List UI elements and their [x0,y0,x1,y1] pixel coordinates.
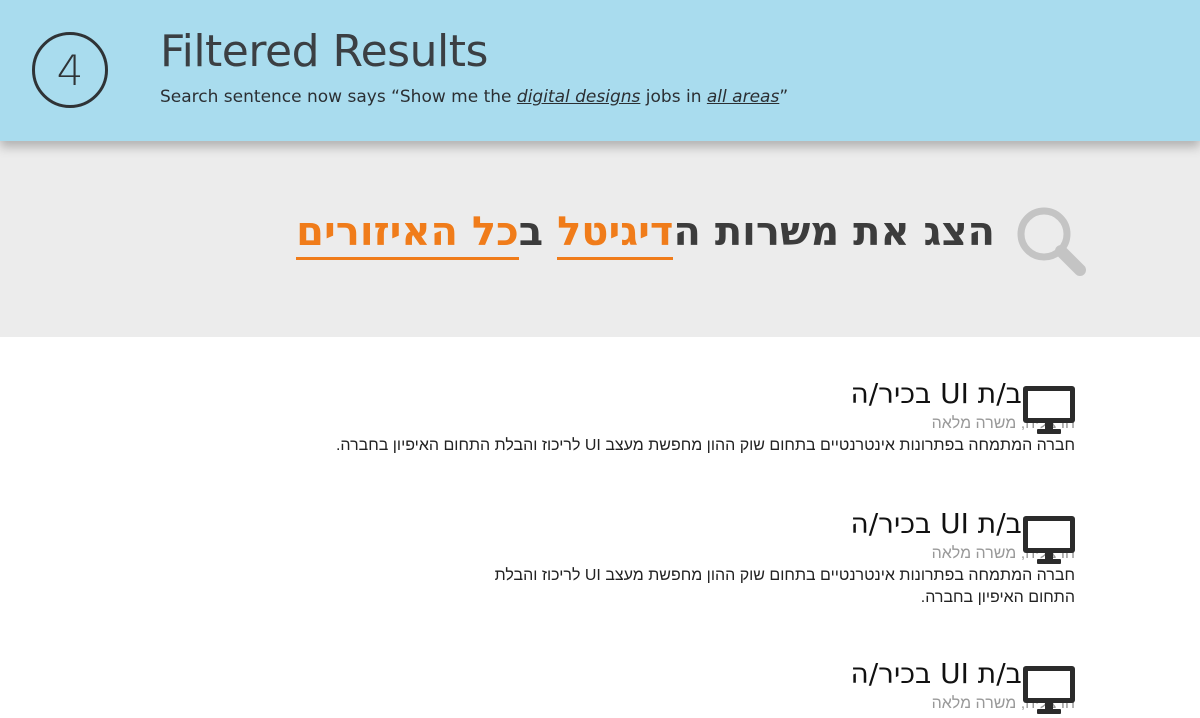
subtitle-middle: jobs in [640,87,707,107]
job-meta: הרצליה, משרה מלאה [931,415,1075,432]
sentence-part-2: ב [518,209,558,255]
job-description: חברה המתמחה בפתרונות אינטרנטיים בתחום שו… [335,437,1075,454]
job-description: חברה המתמחה בפתרונות אינטרנטיים בתחום שו… [494,567,1075,606]
banner-subtitle: Search sentence now says “Show me the di… [160,87,788,107]
job-title[interactable]: מעצב/ת UI בכיר/ה [455,507,1075,541]
job-item[interactable]: מעצב/ת UI בכיר/ה הרצליה, משרה מלאה חברה … [455,507,1075,609]
job-item[interactable]: מעצב/ת UI בכיר/ה הרצליה, משרה מלאה חברה … [255,377,1075,457]
search-icon[interactable] [1014,204,1088,278]
area-filter-link[interactable]: כל האיזורים [296,209,519,260]
job-item[interactable]: מעצב/ת UI בכיר/ה הרצליה, משרה מלאה [255,657,1075,715]
subtitle-category: digital designs [516,87,641,107]
job-title[interactable]: מעצב/ת UI בכיר/ה [255,657,1075,691]
sentence-part-1: הצג את משרות ה [673,209,995,255]
category-filter-link[interactable]: דיגיטל [557,209,674,260]
subtitle-area: all areas [706,87,780,107]
step-number-badge: 4 [32,32,108,108]
subtitle-suffix: ” [779,87,789,107]
banner-title: Filtered Results [160,26,488,77]
monitor-icon [1023,516,1075,564]
job-results-list: מעצב/ת UI בכיר/ה הרצליה, משרה מלאה חברה … [0,337,1200,718]
monitor-icon [1023,386,1075,434]
monitor-icon [1023,666,1075,714]
subtitle-prefix: Search sentence now says “Show me the [160,87,517,107]
job-title[interactable]: מעצב/ת UI בכיר/ה [255,377,1075,411]
step-banner: 4 Filtered Results Search sentence now s… [0,0,1200,141]
search-sentence: הצג את משרות הדיגיטל בכל האיזורים [296,209,995,260]
job-meta: הרצליה, משרה מלאה [931,545,1075,562]
job-meta: הרצליה, משרה מלאה [931,695,1075,712]
